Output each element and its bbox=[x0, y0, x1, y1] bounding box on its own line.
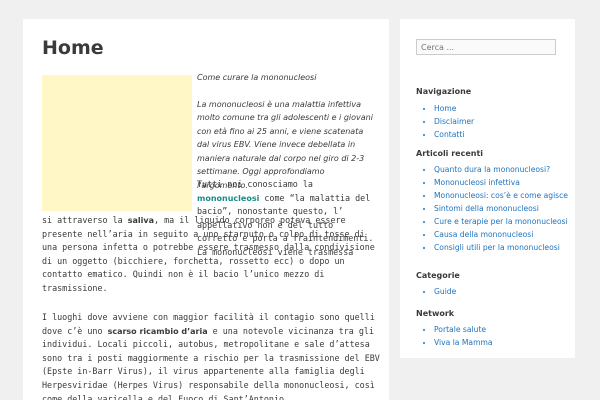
link-label[interactable]: Contatti bbox=[434, 130, 464, 139]
intro-heading: Come curare la mononucleosi bbox=[197, 73, 317, 82]
link-label[interactable]: Guide bbox=[434, 287, 456, 296]
article-link[interactable]: Mononucleosi: cos’è e come agisce bbox=[434, 189, 576, 202]
link-label[interactable]: Mononucleosi infettiva bbox=[434, 178, 520, 187]
widget-title-articoli: Articoli recenti bbox=[416, 149, 484, 158]
link-label[interactable]: Mononucleosi: cos’è e come agisce bbox=[434, 191, 568, 200]
article-link[interactable]: Sintomi della mononucleosi bbox=[434, 202, 576, 215]
sidebar: Navigazione Home Disclaimer Contatti Art… bbox=[400, 19, 575, 358]
link-label[interactable]: Viva la Mamma bbox=[434, 338, 493, 347]
link-label[interactable]: Sintomi della mononucleosi bbox=[434, 204, 539, 213]
air-emphasis: scarso ricambio d’aria bbox=[107, 326, 208, 336]
link-label[interactable]: Portale salute bbox=[434, 325, 486, 334]
article-link[interactable]: Causa della mononucleosi bbox=[434, 228, 576, 241]
nav-link-contatti[interactable]: Contatti bbox=[434, 128, 574, 141]
content-area: Home Come curare la mononucleosi La mono… bbox=[23, 19, 389, 400]
paragraph-1-text: la bbox=[112, 215, 128, 225]
mononucleosi-link[interactable]: mononucleosi bbox=[197, 194, 259, 203]
link-label[interactable]: Quanto dura la mononucleosi? bbox=[434, 165, 550, 174]
widget-list-network: Portale salute Viva la Mamma bbox=[416, 323, 574, 349]
paragraph-1-text: Tutti noi conosciamo la bbox=[197, 179, 313, 189]
widget-list-articoli: Quanto dura la mononucleosi? Mononucleos… bbox=[416, 163, 576, 254]
paragraph-1-text: si attraverso bbox=[42, 215, 113, 225]
link-label[interactable]: Home bbox=[434, 104, 456, 113]
paragraph-1-bottom: si attraverso la saliva, ma il liquido c… bbox=[42, 214, 382, 296]
paragraph-2: I luoghi dove avviene con maggior facili… bbox=[42, 311, 382, 400]
network-link[interactable]: Viva la Mamma bbox=[434, 336, 574, 349]
link-label[interactable]: Disclaimer bbox=[434, 117, 474, 126]
search-input[interactable] bbox=[416, 39, 556, 55]
widget-list-categorie: Guide bbox=[416, 285, 574, 298]
link-label[interactable]: Consigli utili per la mononucleosi bbox=[434, 243, 560, 252]
article-link[interactable]: Consigli utili per la mononucleosi bbox=[434, 241, 576, 254]
widget-title-network: Network bbox=[416, 309, 455, 318]
article-link[interactable]: Mononucleosi infettiva bbox=[434, 176, 576, 189]
network-link[interactable]: Portale salute bbox=[434, 323, 574, 336]
nav-link-disclaimer[interactable]: Disclaimer bbox=[434, 115, 574, 128]
article-link[interactable]: Cure e terapie per la mononucleosi bbox=[434, 215, 576, 228]
link-label[interactable]: Cure e terapie per la mononucleosi bbox=[434, 217, 568, 226]
category-link-guide[interactable]: Guide bbox=[434, 285, 574, 298]
paragraph-1-text: , ma il liquido corporeo poteva essere p… bbox=[42, 215, 375, 293]
saliva-emphasis: saliva bbox=[127, 216, 154, 225]
widget-list-navigazione: Home Disclaimer Contatti bbox=[416, 102, 574, 141]
featured-image-placeholder bbox=[42, 75, 192, 211]
widget-title-navigazione: Navigazione bbox=[416, 87, 472, 96]
widget-title-categorie: Categorie bbox=[416, 271, 460, 280]
page-title: Home bbox=[42, 37, 104, 59]
article-link[interactable]: Quanto dura la mononucleosi? bbox=[434, 163, 576, 176]
paragraph-2-text: e una notevole vicinanza tra gli individ… bbox=[42, 325, 380, 400]
link-label[interactable]: Causa della mononucleosi bbox=[434, 230, 533, 239]
nav-link-home[interactable]: Home bbox=[434, 102, 574, 115]
